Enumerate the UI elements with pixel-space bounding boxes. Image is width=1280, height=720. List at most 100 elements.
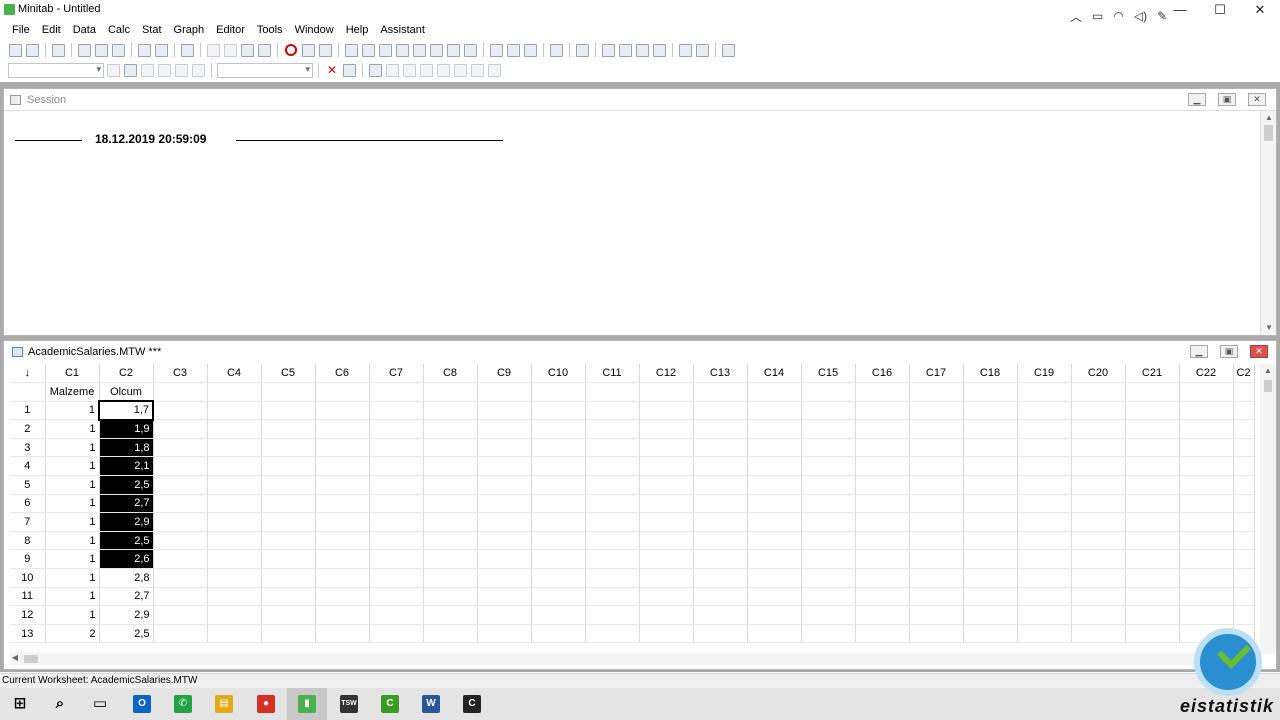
empty-cell[interactable]	[315, 475, 370, 495]
empty-cell[interactable]	[369, 531, 424, 551]
empty-cell[interactable]	[423, 568, 478, 588]
cell-c1[interactable]: 1	[45, 512, 100, 532]
empty-cell[interactable]	[1233, 438, 1255, 458]
empty-cell[interactable]	[315, 568, 370, 588]
empty-cell[interactable]	[855, 438, 910, 458]
taskbar-camtasia-button[interactable]: C	[370, 688, 410, 720]
empty-cell[interactable]	[1125, 494, 1180, 514]
empty-cell[interactable]	[639, 512, 694, 532]
empty-cell[interactable]	[261, 568, 316, 588]
undo-icon[interactable]	[138, 43, 151, 57]
empty-cell[interactable]	[207, 438, 262, 458]
empty-cell[interactable]	[639, 587, 694, 607]
empty-cell[interactable]	[1233, 531, 1255, 551]
empty-cell[interactable]	[153, 605, 208, 625]
empty-cell[interactable]	[531, 438, 586, 458]
taskbar-file-explorer-button[interactable]: ▤	[204, 688, 244, 720]
cell-c2[interactable]: 2,5	[99, 475, 154, 495]
column-name-cell[interactable]: Olcum	[99, 382, 154, 402]
empty-cell[interactable]	[423, 419, 478, 439]
empty-cell[interactable]	[747, 494, 802, 514]
taskbar-tsw-button[interactable]: TSW	[329, 688, 369, 720]
empty-cell[interactable]	[1125, 456, 1180, 477]
empty-cell[interactable]	[585, 568, 640, 588]
graph-item-select[interactable]	[8, 62, 104, 78]
help-icon[interactable]	[302, 43, 315, 57]
empty-cell[interactable]	[153, 587, 208, 607]
empty-cell[interactable]	[693, 512, 748, 532]
scroll-up-icon[interactable]: ▲	[1260, 364, 1276, 378]
column-header-16[interactable]: C16	[855, 364, 910, 384]
empty-cell[interactable]	[963, 605, 1018, 625]
empty-cell[interactable]	[639, 419, 694, 439]
empty-cell[interactable]	[1125, 401, 1180, 421]
empty-cell[interactable]	[801, 494, 856, 514]
empty-cell[interactable]	[1233, 512, 1255, 532]
brush-tool-icon[interactable]	[141, 63, 154, 77]
column-name-cell[interactable]	[693, 382, 748, 402]
worksheet-vertical-scrollbar[interactable]: ▲	[1260, 364, 1276, 654]
session-minimize-button[interactable]: ▁	[1188, 93, 1206, 106]
cell-c1[interactable]: 1	[45, 494, 100, 514]
empty-cell[interactable]	[1071, 605, 1126, 625]
empty-cell[interactable]	[693, 605, 748, 625]
empty-cell[interactable]	[1071, 549, 1126, 570]
empty-cell[interactable]	[747, 568, 802, 588]
cell-c1[interactable]: 1	[45, 438, 100, 458]
empty-cell[interactable]	[963, 568, 1018, 588]
empty-cell[interactable]	[477, 624, 532, 644]
ellipse-tool-icon[interactable]	[420, 63, 434, 77]
brush-icon[interactable]	[602, 43, 615, 57]
empty-cell[interactable]	[1233, 549, 1255, 570]
empty-cell[interactable]	[153, 568, 208, 588]
empty-cell[interactable]	[369, 456, 424, 477]
empty-cell[interactable]	[1017, 624, 1072, 644]
empty-cell[interactable]	[369, 401, 424, 421]
column-name-cell[interactable]	[1125, 382, 1180, 402]
empty-cell[interactable]	[153, 401, 208, 421]
empty-cell[interactable]	[261, 624, 316, 644]
worksheet-horizontal-scrollbar[interactable]: ◀	[10, 653, 1260, 665]
empty-cell[interactable]	[207, 475, 262, 495]
crosshair-icon[interactable]	[158, 63, 171, 77]
empty-cell[interactable]	[1233, 494, 1255, 514]
empty-cell[interactable]	[909, 549, 964, 570]
empty-cell[interactable]	[477, 587, 532, 607]
empty-cell[interactable]	[207, 624, 262, 644]
column-name-cell[interactable]	[801, 382, 856, 402]
empty-cell[interactable]	[1071, 475, 1126, 495]
empty-cell[interactable]	[153, 549, 208, 570]
column-name-cell[interactable]	[153, 382, 208, 402]
session-window-icon[interactable]	[345, 43, 358, 57]
column-name-cell[interactable]	[207, 382, 262, 402]
empty-cell[interactable]	[207, 512, 262, 532]
empty-cell[interactable]	[423, 512, 478, 532]
column-header-14[interactable]: C14	[747, 364, 802, 384]
empty-cell[interactable]	[747, 401, 802, 421]
column-header-19[interactable]: C19	[1017, 364, 1072, 384]
column-name-cell[interactable]	[369, 382, 424, 402]
empty-cell[interactable]	[423, 587, 478, 607]
empty-cell[interactable]	[639, 456, 694, 477]
empty-cell[interactable]	[747, 587, 802, 607]
close-window-button[interactable]: ✕	[1240, 0, 1280, 20]
empty-cell[interactable]	[963, 401, 1018, 421]
column-name-cell[interactable]	[531, 382, 586, 402]
empty-cell[interactable]	[801, 419, 856, 439]
empty-cell[interactable]	[423, 494, 478, 514]
empty-cell[interactable]	[693, 568, 748, 588]
column-header-7[interactable]: C7	[369, 364, 424, 384]
column-header-21[interactable]: C21	[1125, 364, 1180, 384]
cell-c1[interactable]: 1	[45, 587, 100, 607]
empty-cell[interactable]	[693, 549, 748, 570]
session-scroll-thumb[interactable]	[1264, 125, 1273, 141]
insert-row-below-icon[interactable]	[224, 43, 237, 57]
find-next-icon[interactable]	[258, 43, 271, 57]
empty-cell[interactable]	[369, 512, 424, 532]
empty-cell[interactable]	[909, 512, 964, 532]
empty-cell[interactable]	[423, 438, 478, 458]
empty-cell[interactable]	[1071, 401, 1126, 421]
scroll-down-icon[interactable]: ▼	[1261, 321, 1277, 335]
empty-cell[interactable]	[693, 531, 748, 551]
cell-c2[interactable]: 2,1	[99, 456, 154, 477]
